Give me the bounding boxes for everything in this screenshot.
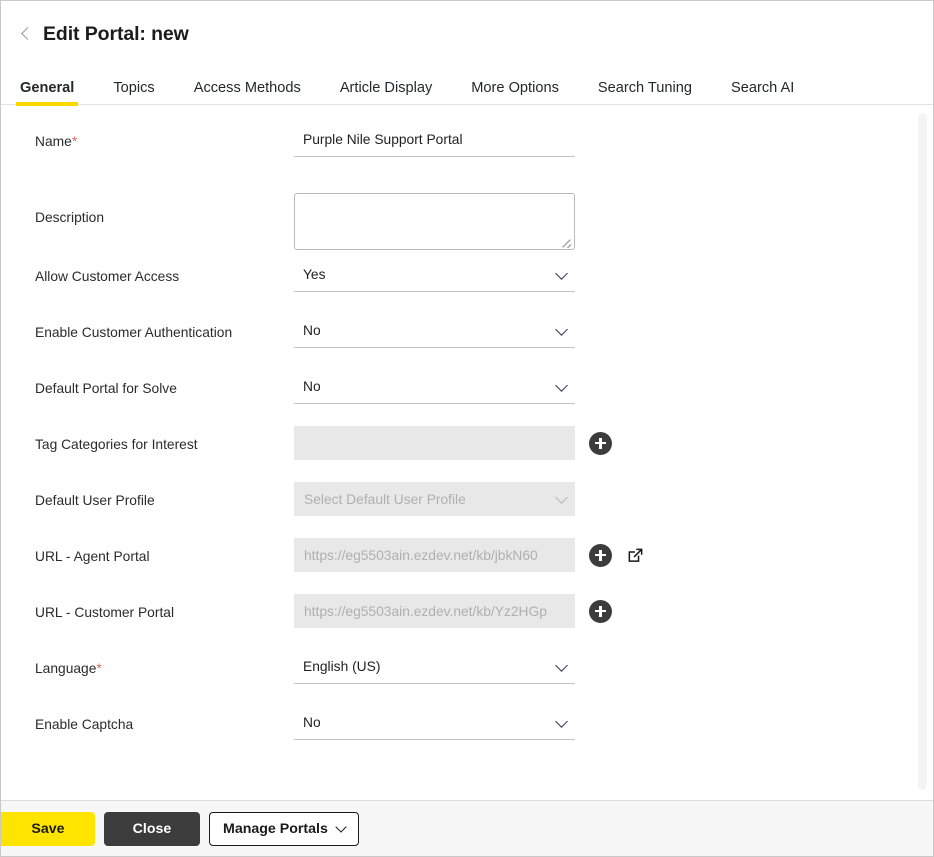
- chevron-down-icon: [555, 659, 568, 672]
- required-marker: *: [96, 661, 101, 676]
- control-url-customer-portal: https://eg5503ain.ezdev.net/kb/Yz2HGp: [294, 594, 612, 628]
- field-row-enable-captcha: Enable Captcha No: [1, 706, 933, 762]
- field-row-url-agent-portal: URL - Agent Portal https://eg5503ain.ezd…: [1, 538, 933, 594]
- control-description: [294, 179, 575, 250]
- chevron-left-icon[interactable]: [20, 25, 31, 43]
- chevron-down-icon: [555, 323, 568, 336]
- control-language: English (US): [294, 650, 575, 684]
- enable-customer-authentication-select[interactable]: No: [294, 314, 575, 348]
- form-scroll-area: Name* Purple Nile Support Portal Descrip…: [1, 105, 933, 800]
- label-enable-customer-authentication: Enable Customer Authentication: [35, 314, 294, 342]
- tab-search-tuning[interactable]: Search Tuning: [598, 80, 692, 105]
- tab-search-ai[interactable]: Search AI: [731, 80, 794, 105]
- tab-article-display[interactable]: Article Display: [340, 80, 432, 105]
- description-textarea[interactable]: [294, 193, 575, 250]
- enable-captcha-value: No: [303, 715, 321, 730]
- label-name: Name*: [35, 123, 294, 151]
- chevron-down-icon: [555, 715, 568, 728]
- edit-portal-window: Edit Portal: new General Topics Access M…: [0, 0, 934, 857]
- chevron-down-icon: [335, 821, 346, 832]
- resize-grip-icon[interactable]: [560, 236, 572, 248]
- name-input[interactable]: Purple Nile Support Portal: [294, 123, 575, 157]
- control-default-portal-for-solve: No: [294, 370, 575, 404]
- plus-circle-icon[interactable]: [589, 544, 612, 567]
- url-agent-portal-input[interactable]: https://eg5503ain.ezdev.net/kb/jbkN60: [294, 538, 575, 572]
- control-name: Purple Nile Support Portal: [294, 123, 575, 157]
- action-bar: Save Close Manage Portals: [1, 800, 933, 856]
- label-default-portal-for-solve: Default Portal for Solve: [35, 370, 294, 398]
- label-language-text: Language: [35, 661, 96, 676]
- close-button[interactable]: Close: [104, 812, 200, 846]
- label-name-text: Name: [35, 134, 72, 149]
- tag-categories-input[interactable]: [294, 426, 575, 460]
- external-link-icon[interactable]: [626, 546, 645, 565]
- label-tag-categories: Tag Categories for Interest: [35, 426, 294, 454]
- url-customer-portal-input[interactable]: https://eg5503ain.ezdev.net/kb/Yz2HGp: [294, 594, 575, 628]
- label-default-user-profile: Default User Profile: [35, 482, 294, 510]
- label-allow-customer-access: Allow Customer Access: [35, 258, 294, 286]
- label-language: Language*: [35, 650, 294, 678]
- description-wrap: [294, 193, 575, 250]
- control-tag-categories: [294, 426, 612, 460]
- default-portal-for-solve-value: No: [303, 379, 321, 394]
- default-user-profile-select[interactable]: Select Default User Profile: [294, 482, 575, 516]
- manage-portals-button[interactable]: Manage Portals: [209, 812, 359, 846]
- field-row-url-customer-portal: URL - Customer Portal https://eg5503ain.…: [1, 594, 933, 650]
- control-allow-customer-access: Yes: [294, 258, 575, 292]
- page-header: Edit Portal: new General Topics Access M…: [1, 1, 933, 105]
- title-row: Edit Portal: new: [1, 17, 933, 51]
- plus-circle-icon[interactable]: [589, 600, 612, 623]
- field-row-allow-customer-access: Allow Customer Access Yes: [1, 258, 933, 314]
- tab-topics[interactable]: Topics: [113, 80, 154, 105]
- page-title: Edit Portal: new: [43, 23, 189, 46]
- manage-portals-label: Manage Portals: [223, 821, 328, 837]
- label-url-agent-portal: URL - Agent Portal: [35, 538, 294, 566]
- field-row-language: Language* English (US): [1, 650, 933, 706]
- enable-customer-authentication-value: No: [303, 323, 321, 338]
- default-portal-for-solve-select[interactable]: No: [294, 370, 575, 404]
- allow-customer-access-value: Yes: [303, 267, 326, 282]
- tab-more-options[interactable]: More Options: [471, 80, 559, 105]
- control-enable-captcha: No: [294, 706, 575, 740]
- tab-bar: General Topics Access Methods Article Di…: [1, 65, 933, 105]
- chevron-down-icon: [555, 267, 568, 280]
- field-row-default-user-profile: Default User Profile Select Default User…: [1, 482, 933, 538]
- url-agent-portal-value: https://eg5503ain.ezdev.net/kb/jbkN60: [304, 548, 538, 563]
- control-enable-customer-authentication: No: [294, 314, 575, 348]
- tab-general[interactable]: General: [20, 80, 74, 105]
- control-url-agent-portal: https://eg5503ain.ezdev.net/kb/jbkN60: [294, 538, 645, 572]
- plus-circle-icon[interactable]: [589, 432, 612, 455]
- field-row-name: Name* Purple Nile Support Portal: [1, 123, 933, 179]
- field-row-default-portal-for-solve: Default Portal for Solve No: [1, 370, 933, 426]
- vertical-scrollbar[interactable]: [918, 113, 927, 790]
- general-form: Name* Purple Nile Support Portal Descrip…: [1, 105, 933, 800]
- label-enable-captcha: Enable Captcha: [35, 706, 294, 734]
- field-row-tag-categories: Tag Categories for Interest: [1, 426, 933, 482]
- tab-access-methods[interactable]: Access Methods: [194, 80, 301, 105]
- chevron-down-icon: [555, 379, 568, 392]
- language-value: English (US): [303, 659, 380, 674]
- field-row-enable-customer-authentication: Enable Customer Authentication No: [1, 314, 933, 370]
- chevron-down-icon: [555, 491, 568, 504]
- field-row-description: Description: [1, 179, 933, 258]
- label-description: Description: [35, 179, 294, 227]
- enable-captcha-select[interactable]: No: [294, 706, 575, 740]
- required-marker: *: [72, 134, 77, 149]
- url-customer-portal-value: https://eg5503ain.ezdev.net/kb/Yz2HGp: [304, 604, 547, 619]
- save-button[interactable]: Save: [1, 812, 95, 846]
- language-select[interactable]: English (US): [294, 650, 575, 684]
- label-url-customer-portal: URL - Customer Portal: [35, 594, 294, 622]
- control-default-user-profile: Select Default User Profile: [294, 482, 575, 516]
- default-user-profile-placeholder: Select Default User Profile: [304, 492, 466, 507]
- allow-customer-access-select[interactable]: Yes: [294, 258, 575, 292]
- name-input-value: Purple Nile Support Portal: [303, 132, 463, 147]
